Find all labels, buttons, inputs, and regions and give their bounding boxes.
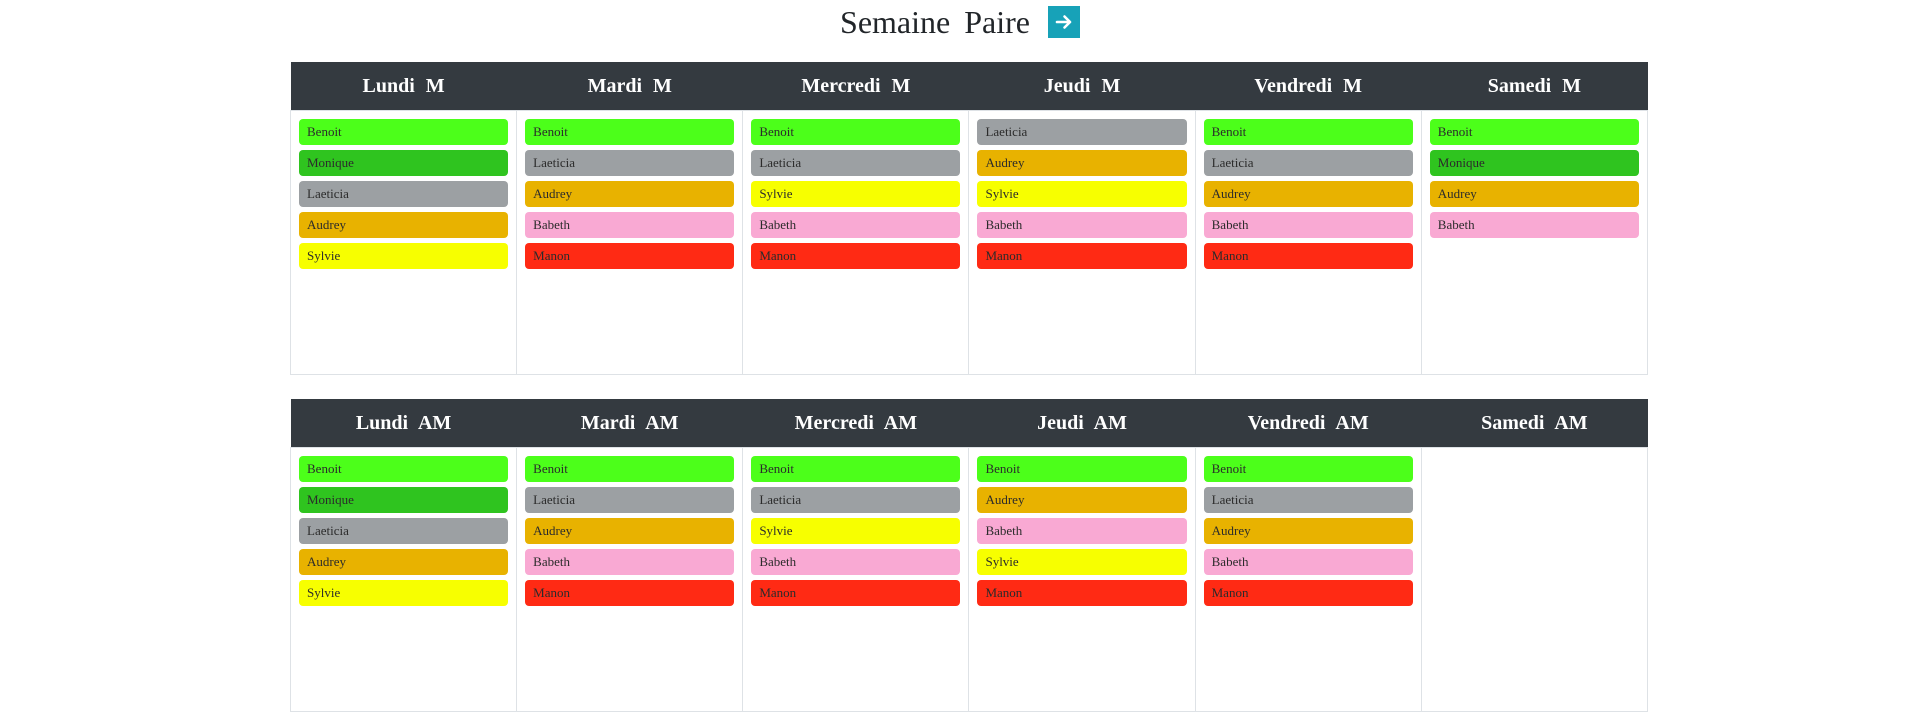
person-chip[interactable]: Manon — [1203, 243, 1413, 269]
person-chip[interactable]: Babeth — [1203, 549, 1413, 575]
day-cell[interactable]: Benoit Monique Audrey Babeth — [1420, 110, 1649, 375]
person-chip[interactable]: Benoit — [751, 456, 961, 482]
day-header: Samedi M — [1421, 62, 1648, 111]
day-header: Lundi M — [290, 62, 517, 111]
person-chip[interactable]: Laeticia — [1203, 150, 1413, 176]
next-week-button[interactable] — [1047, 6, 1080, 38]
person-chip[interactable]: Audrey — [299, 549, 509, 575]
person-chip[interactable]: Laeticia — [525, 487, 735, 513]
person-chip[interactable]: Benoit — [751, 119, 961, 145]
person-chip[interactable]: Benoit — [1203, 119, 1413, 145]
person-chip[interactable]: Manon — [525, 580, 735, 606]
person-chip[interactable]: Audrey — [299, 212, 509, 238]
person-chip[interactable]: Benoit — [525, 456, 735, 482]
person-chip[interactable]: Manon — [751, 243, 961, 269]
day-cell[interactable]: Benoit Laeticia Audrey Babeth Manon — [516, 110, 744, 375]
afternoon-body-row: Benoit Monique Laeticia Audrey Sylvie Benoit… — [289, 447, 1649, 712]
person-chip[interactable]: Babeth — [1203, 212, 1413, 238]
afternoon-schedule-table: Lundi AM Mardi AM Mercredi AM Jeudi AM V… — [289, 399, 1649, 712]
person-chip[interactable]: Sylvie — [299, 243, 509, 269]
person-chip[interactable]: Sylvie — [977, 181, 1187, 207]
person-chip[interactable]: Sylvie — [977, 549, 1187, 575]
person-chip[interactable]: Laeticia — [525, 150, 735, 176]
person-chip[interactable]: Audrey — [525, 181, 735, 207]
person-chip[interactable]: Sylvie — [299, 580, 509, 606]
day-cell[interactable]: Benoit Laeticia Sylvie Babeth Manon — [742, 447, 970, 712]
day-header: Samedi AM — [1421, 399, 1648, 448]
person-chip[interactable]: Audrey — [977, 487, 1187, 513]
person-chip[interactable]: Manon — [977, 243, 1187, 269]
day-header: Mercredi M — [742, 62, 969, 111]
day-header: Mercredi AM — [742, 399, 969, 448]
day-cell[interactable]: Laeticia Audrey Sylvie Babeth Manon — [968, 110, 1196, 375]
person-chip[interactable]: Monique — [1429, 150, 1639, 176]
person-chip[interactable]: Sylvie — [751, 518, 961, 544]
day-header: Jeudi AM — [968, 399, 1196, 448]
person-chip[interactable]: Manon — [525, 243, 735, 269]
person-chip[interactable]: Benoit — [1429, 119, 1639, 145]
page-header: Semaine Paire — [0, 0, 1920, 44]
day-cell[interactable]: Benoit Monique Laeticia Audrey Sylvie — [289, 110, 518, 375]
person-chip[interactable]: Monique — [299, 487, 509, 513]
person-chip[interactable]: Audrey — [1203, 181, 1413, 207]
person-chip[interactable]: Benoit — [525, 119, 735, 145]
person-chip[interactable]: Laeticia — [299, 518, 509, 544]
person-chip[interactable]: Audrey — [1203, 518, 1413, 544]
day-header: Mardi M — [516, 62, 743, 111]
person-chip[interactable]: Babeth — [525, 212, 735, 238]
person-chip[interactable]: Audrey — [525, 518, 735, 544]
day-header: Vendredi M — [1195, 62, 1422, 111]
person-chip[interactable]: Babeth — [751, 549, 961, 575]
day-header: Vendredi AM — [1195, 399, 1422, 448]
person-chip[interactable]: Audrey — [977, 150, 1187, 176]
day-header: Jeudi M — [968, 62, 1196, 111]
person-chip[interactable]: Monique — [299, 150, 509, 176]
person-chip[interactable]: Benoit — [299, 119, 509, 145]
person-chip[interactable]: Babeth — [751, 212, 961, 238]
day-header: Lundi AM — [290, 399, 517, 448]
arrow-right-icon — [1055, 15, 1072, 29]
person-chip[interactable]: Laeticia — [977, 119, 1187, 145]
day-cell[interactable]: Benoit Audrey Babeth Sylvie Manon — [968, 447, 1196, 712]
page-title: Semaine Paire — [840, 4, 1030, 40]
person-chip[interactable]: Babeth — [977, 518, 1187, 544]
person-chip[interactable]: Manon — [1203, 580, 1413, 606]
person-chip[interactable]: Benoit — [299, 456, 509, 482]
person-chip[interactable]: Laeticia — [1203, 487, 1413, 513]
morning-schedule-table: Lundi M Mardi M Mercredi M Jeudi M Vendr… — [289, 62, 1649, 375]
person-chip[interactable]: Babeth — [977, 212, 1187, 238]
person-chip[interactable]: Manon — [751, 580, 961, 606]
day-cell[interactable]: Benoit Laeticia Audrey Babeth Manon — [1194, 447, 1422, 712]
day-cell[interactable]: Benoit Monique Laeticia Audrey Sylvie — [289, 447, 518, 712]
morning-header-row: Lundi M Mardi M Mercredi M Jeudi M Vendr… — [290, 62, 1648, 111]
day-cell[interactable] — [1420, 447, 1649, 712]
day-cell[interactable]: Benoit Laeticia Sylvie Babeth Manon — [742, 110, 970, 375]
day-cell[interactable]: Benoit Laeticia Audrey Babeth Manon — [1194, 110, 1422, 375]
person-chip[interactable]: Sylvie — [751, 181, 961, 207]
day-cell[interactable]: Benoit Laeticia Audrey Babeth Manon — [516, 447, 744, 712]
person-chip[interactable]: Laeticia — [751, 487, 961, 513]
person-chip[interactable]: Benoit — [977, 456, 1187, 482]
person-chip[interactable]: Laeticia — [299, 181, 509, 207]
person-chip[interactable]: Audrey — [1429, 181, 1639, 207]
person-chip[interactable]: Babeth — [1429, 212, 1639, 238]
morning-body-row: Benoit Monique Laeticia Audrey Sylvie Benoit… — [289, 110, 1649, 375]
afternoon-header-row: Lundi AM Mardi AM Mercredi AM Jeudi AM V… — [290, 399, 1648, 448]
person-chip[interactable]: Manon — [977, 580, 1187, 606]
person-chip[interactable]: Laeticia — [751, 150, 961, 176]
person-chip[interactable]: Benoit — [1203, 456, 1413, 482]
day-header: Mardi AM — [516, 399, 743, 448]
person-chip[interactable]: Babeth — [525, 549, 735, 575]
